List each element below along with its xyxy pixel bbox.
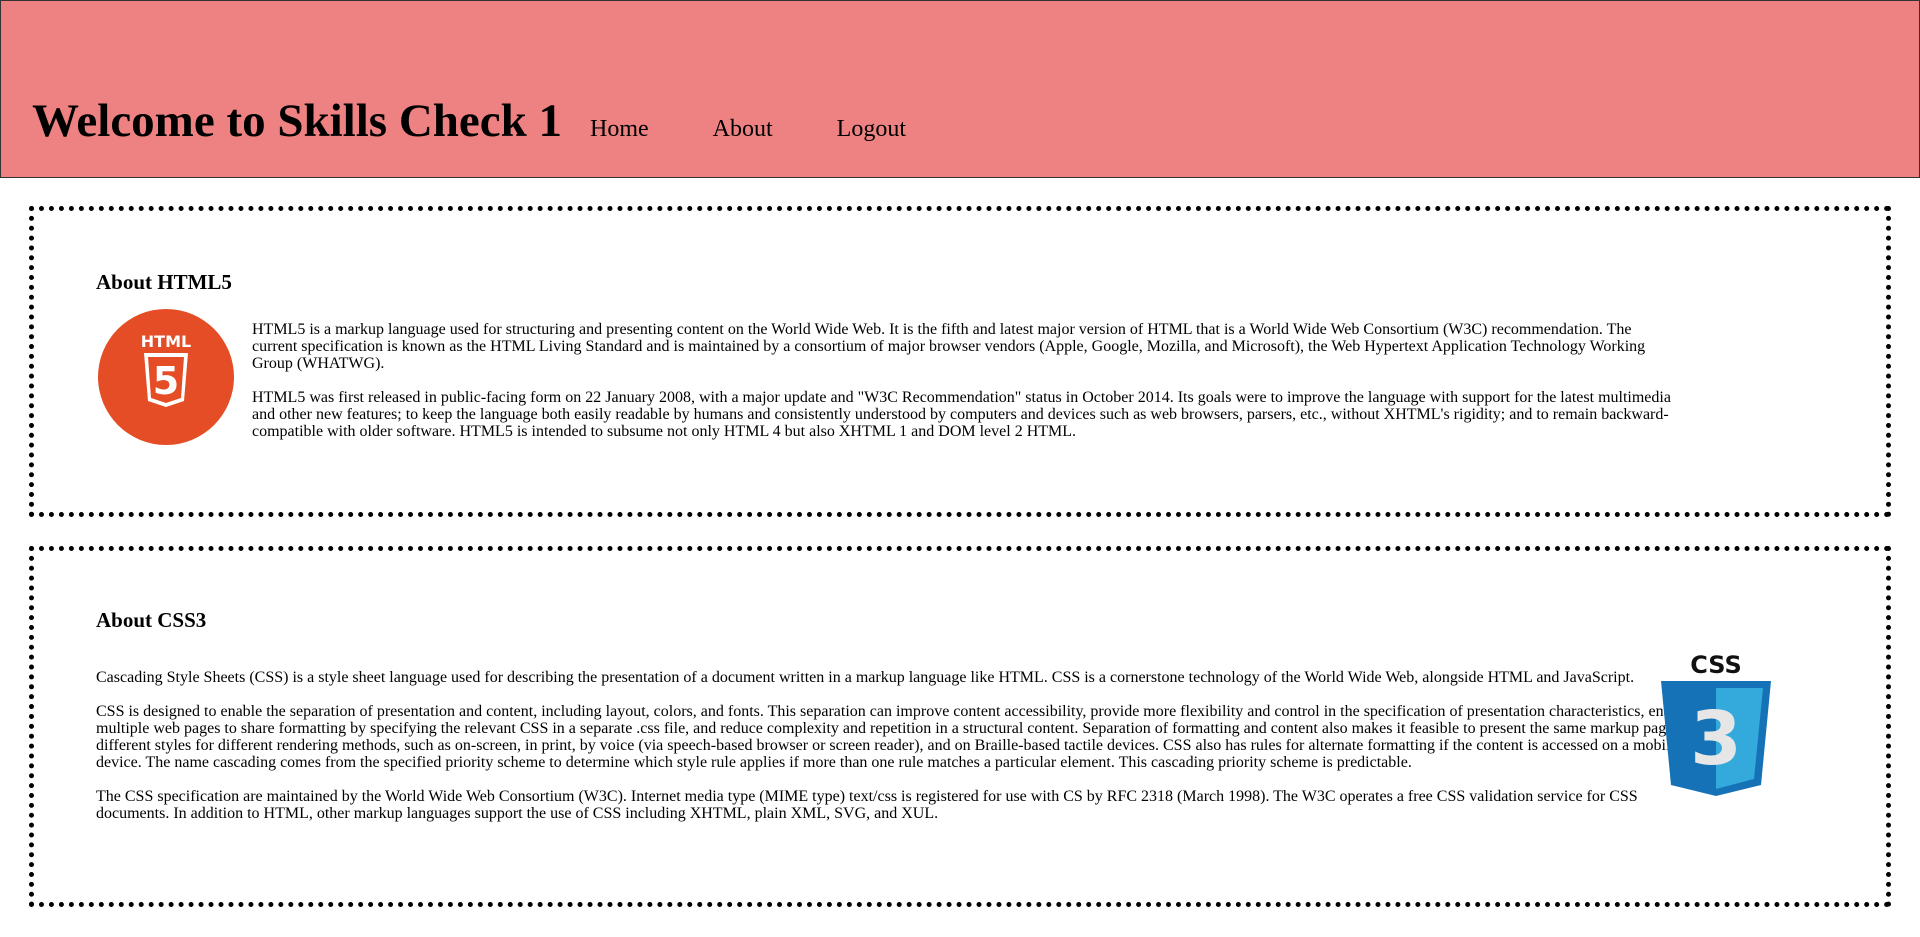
html5-paragraph: HTML5 is a markup language used for stru… <box>252 321 1646 372</box>
html5-section: About HTML5 HTML 5 HTML5 is a markup lan… <box>29 206 1891 517</box>
html5-paragraph: HTML5 was first released in public-facin… <box>252 389 1671 440</box>
nav-logout-link[interactable]: Logout <box>837 115 906 144</box>
svg-text:HTML: HTML <box>141 332 191 351</box>
html5-heading: About HTML5 <box>96 270 232 294</box>
nav-home-link[interactable]: Home <box>590 115 649 144</box>
css3-paragraph: CSS is designed to enable the separation… <box>96 703 1691 771</box>
site-header: Welcome to Skills Check 1 Home About Log… <box>0 0 1920 178</box>
css3-paragraph: Cascading Style Sheets (CSS) is a style … <box>96 669 1635 686</box>
nav-about-link[interactable]: About <box>713 115 773 144</box>
css3-heading: About CSS3 <box>96 608 207 632</box>
css3-section: About CSS3 Cascading Style Sheets (CSS) … <box>29 546 1891 907</box>
html5-logo-icon: HTML 5 <box>98 309 234 445</box>
css3-description: Cascading Style Sheets (CSS) is a style … <box>96 669 1691 839</box>
svg-text:5: 5 <box>153 359 179 403</box>
css3-logo-icon: CSS 3 <box>1661 651 1771 796</box>
page-title: Welcome to Skills Check 1 <box>32 95 563 147</box>
svg-text:3: 3 <box>1690 696 1742 782</box>
html5-description: HTML5 is a markup language used for stru… <box>252 321 1677 457</box>
svg-text:CSS: CSS <box>1690 651 1742 679</box>
main-nav: Home About Logout <box>590 115 906 144</box>
css3-paragraph: The CSS specification are maintained by … <box>96 788 1638 822</box>
